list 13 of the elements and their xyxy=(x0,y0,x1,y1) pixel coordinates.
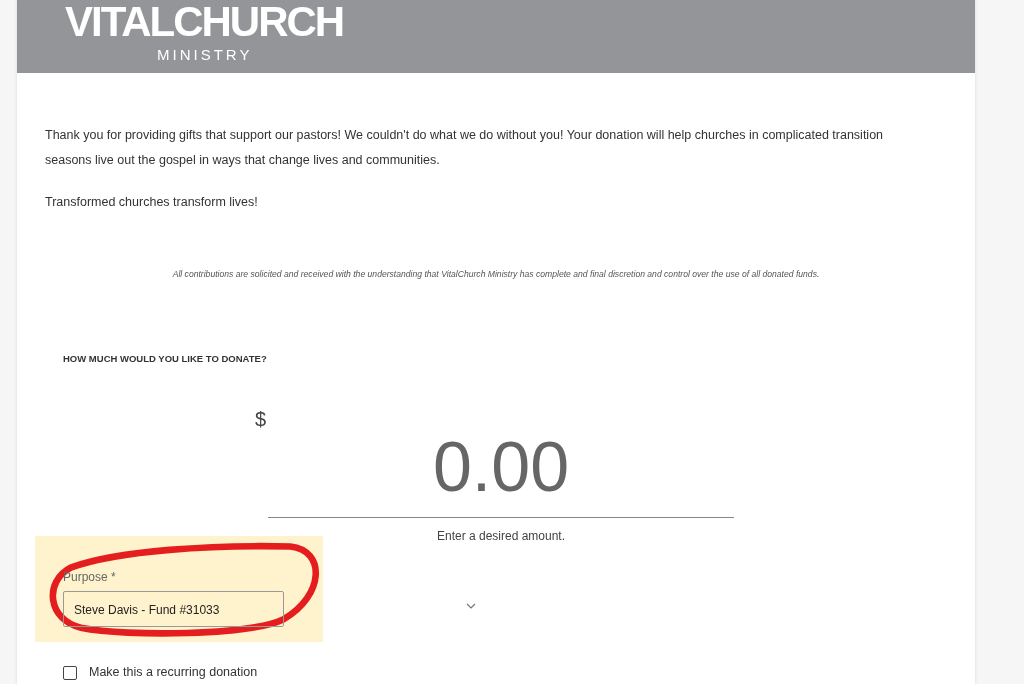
chevron-down-icon[interactable] xyxy=(466,602,476,610)
currency-symbol: $ xyxy=(255,407,267,433)
donate-heading: HOW MUCH WOULD YOU LIKE TO DONATE? xyxy=(63,352,267,364)
logo-subtitle: MINISTRY xyxy=(157,47,253,62)
logo-name: VITALCHURCH xyxy=(65,1,344,43)
disclaimer-text: All contributions are solicited and received with the understanding that VitalChurch Ministry has complete and final discretion and control over the use of all donated funds. xyxy=(172,269,820,279)
recurring-checkbox[interactable] xyxy=(63,665,77,680)
recurring-label: Make this a recurring donation xyxy=(89,664,258,682)
intro-paragraph: Transformed churches transform lives! xyxy=(45,194,259,211)
purpose-label: Purpose * xyxy=(63,570,116,585)
amount-hint: Enter a desired amount. xyxy=(435,528,567,546)
purpose-select[interactable]: Steve Davis - Fund #31033 xyxy=(63,591,284,628)
intro-paragraph: Thank you for providing gifts that support our pastors! We couldn't do what we do without you! Your donation will help churches in complicated transition seasons live out the gospel in ways that change lives and communities. xyxy=(45,127,885,169)
